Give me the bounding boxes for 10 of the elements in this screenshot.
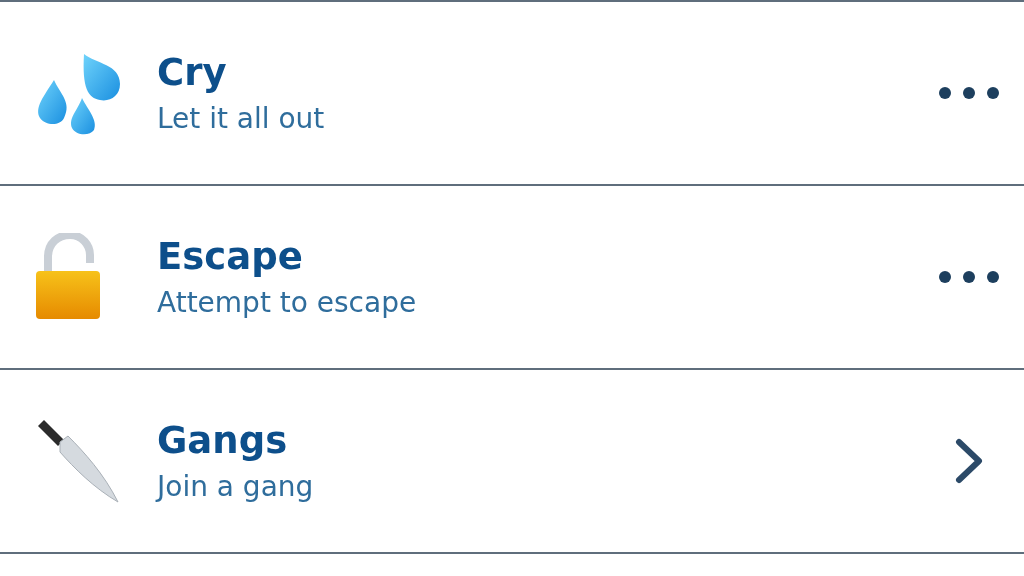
row-subtitle: Attempt to escape — [157, 284, 418, 320]
chevron-right-icon[interactable] — [954, 438, 984, 484]
row-title: Escape — [157, 234, 304, 281]
more-icon[interactable] — [938, 86, 1000, 100]
row-title: Gangs — [157, 418, 289, 465]
more-icon[interactable] — [938, 270, 1000, 284]
row-subtitle: Join a gang — [157, 468, 315, 504]
row-title: Cry — [157, 50, 228, 97]
padlock-icon — [34, 233, 102, 321]
row-subtitle: Let it all out — [157, 100, 326, 136]
